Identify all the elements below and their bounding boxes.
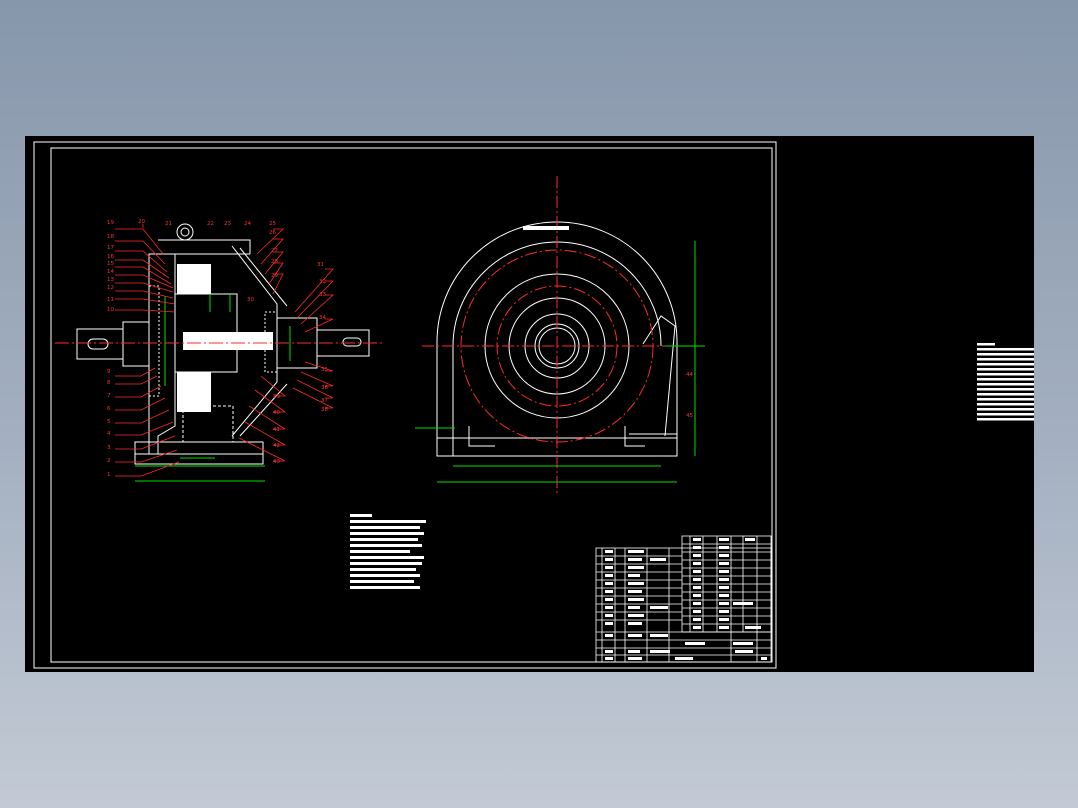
callout-top-2: 21 bbox=[165, 221, 172, 227]
outer-frame bbox=[33, 141, 777, 669]
callout-right-15: 41 bbox=[273, 427, 280, 433]
callout-top-4: 23 bbox=[224, 221, 231, 227]
callout-left-19: 1 bbox=[107, 472, 111, 478]
assembly-drawing: 19 18 17 16 15 14 13 12 11 10 9 8 7 6 5 … bbox=[33, 141, 1034, 669]
end-view-caption bbox=[523, 226, 569, 230]
callout-left-6: 14 bbox=[107, 269, 114, 275]
cad-model-space[interactable]: 19 18 17 16 15 14 13 12 11 10 9 8 7 6 5 … bbox=[25, 136, 1034, 672]
callout-top-6: 25 bbox=[269, 221, 276, 227]
callout-left-11: 9 bbox=[107, 369, 111, 375]
callout-right-14: 40 bbox=[273, 410, 280, 416]
callout-top-3: 22 bbox=[207, 221, 214, 227]
callout-left-17: 3 bbox=[107, 445, 111, 451]
callout-right-9: 35 bbox=[321, 367, 328, 373]
side-notes-block bbox=[977, 343, 1034, 421]
callout-left-10: 10 bbox=[107, 307, 114, 313]
end-view-dimensions bbox=[415, 241, 705, 483]
callout-left-5: 15 bbox=[107, 261, 114, 267]
end-view-centerlines bbox=[422, 176, 695, 496]
callout-right-1: 27 bbox=[271, 248, 278, 254]
callout-top-1: 20 bbox=[138, 219, 145, 225]
callout-right-8: 34 bbox=[319, 315, 326, 321]
callout-left-18: 2 bbox=[107, 458, 111, 464]
callout-right-13: 39 bbox=[273, 394, 280, 400]
callout-right-10: 36 bbox=[321, 385, 328, 391]
callout-left-15: 5 bbox=[107, 419, 111, 425]
callout-right-2: 28 bbox=[271, 259, 278, 265]
callout-top-5: 24 bbox=[244, 221, 251, 227]
callout-left-9: 11 bbox=[107, 297, 114, 303]
callout-left-16: 4 bbox=[107, 431, 111, 437]
callout-end-2: 45 bbox=[686, 413, 693, 419]
inner-frame bbox=[50, 147, 773, 663]
callout-end-1: 44 bbox=[686, 372, 693, 378]
technical-notes-block bbox=[350, 514, 426, 589]
callout-right-5: 31 bbox=[317, 262, 324, 268]
callout-right-11: 37 bbox=[321, 398, 328, 404]
callout-left-2: 18 bbox=[107, 234, 114, 240]
callout-right-6: 32 bbox=[319, 279, 326, 285]
callout-left-7: 13 bbox=[107, 277, 114, 283]
callout-left-8: 12 bbox=[107, 285, 114, 291]
callout-left-14: 6 bbox=[107, 406, 111, 412]
callout-right-17: 43 bbox=[273, 459, 280, 465]
callout-top-7: 26 bbox=[269, 230, 276, 236]
callout-right-4: 30 bbox=[247, 297, 254, 303]
callout-left-4: 16 bbox=[107, 254, 114, 260]
callout-left-13: 7 bbox=[107, 393, 111, 399]
callout-left-1: 19 bbox=[107, 220, 114, 226]
callout-left-12: 8 bbox=[107, 380, 111, 386]
callout-right-12: 38 bbox=[321, 407, 328, 413]
callout-right-16: 42 bbox=[273, 443, 280, 449]
callout-right-3: 29 bbox=[271, 273, 278, 279]
callout-left-3: 17 bbox=[107, 245, 114, 251]
callout-right-7: 33 bbox=[319, 292, 326, 298]
